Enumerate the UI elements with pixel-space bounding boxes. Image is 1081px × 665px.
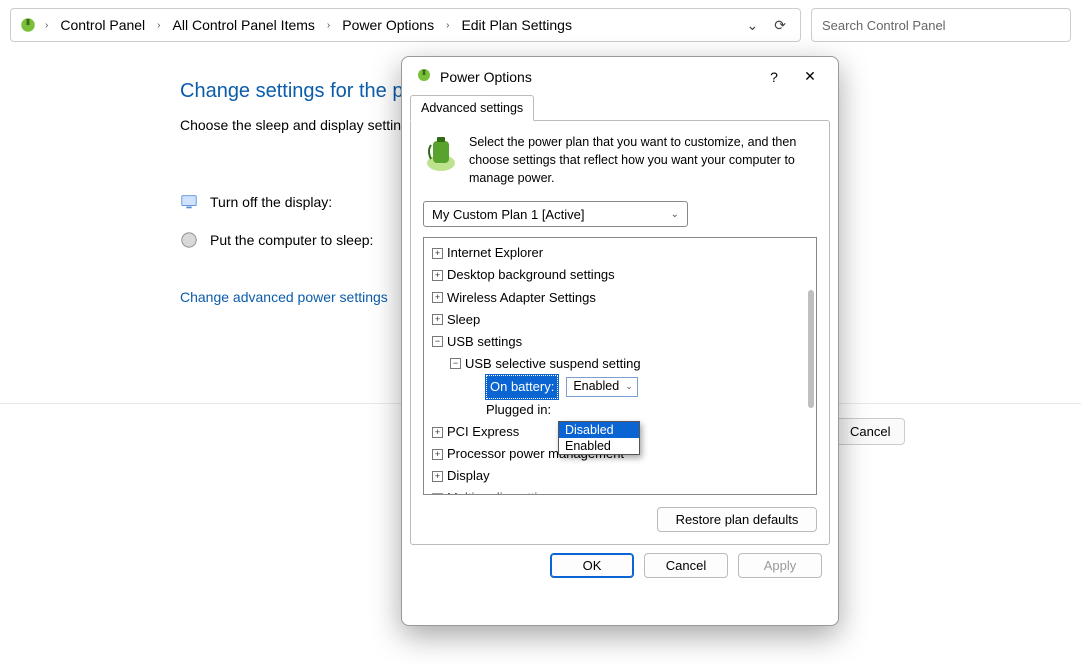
tree-label[interactable]: USB selective suspend setting — [465, 353, 641, 375]
expand-icon[interactable]: + — [432, 314, 443, 325]
tree-node: + Wireless Adapter Settings — [426, 287, 814, 309]
address-bar: › Control Panel › All Control Panel Item… — [0, 0, 1081, 50]
tree-node: + Internet Explorer — [426, 242, 814, 264]
dialog-body: Select the power plan that you want to c… — [410, 120, 830, 545]
plugged-in-dropdown[interactable]: Disabled Enabled — [558, 421, 640, 455]
tree-label[interactable]: Wireless Adapter Settings — [447, 287, 596, 309]
chevron-icon: › — [43, 20, 50, 31]
option-label: Turn off the display: — [210, 194, 332, 210]
plugged-in-label[interactable]: Plugged in: — [486, 399, 551, 421]
power-plug-icon — [19, 16, 37, 34]
tree-node: + Sleep — [426, 309, 814, 331]
expand-icon[interactable]: + — [432, 270, 443, 281]
dialog-title: Power Options — [440, 69, 532, 85]
tree-label[interactable]: Sleep — [447, 309, 480, 331]
dropdown-option-disabled[interactable]: Disabled — [559, 422, 639, 438]
on-battery-label[interactable]: On battery: — [486, 375, 558, 399]
breadcrumb-item[interactable]: Control Panel — [56, 15, 149, 35]
chevron-down-icon: ⌄ — [625, 379, 633, 394]
cancel-button[interactable]: Cancel — [644, 553, 728, 578]
settings-tree[interactable]: + Internet Explorer + Desktop background s… — [423, 237, 817, 495]
tree-label[interactable]: PCI Express — [447, 421, 519, 443]
tree-label[interactable]: Display — [447, 465, 490, 487]
battery-icon — [423, 133, 459, 187]
dialog-buttons: OK Cancel Apply — [402, 553, 838, 592]
chevron-down-icon[interactable]: ⌄ — [747, 17, 759, 34]
close-icon[interactable]: ✕ — [796, 68, 824, 85]
expand-icon[interactable]: + — [432, 471, 443, 482]
search-input[interactable]: Search Control Panel — [811, 8, 1071, 42]
tab-advanced-settings[interactable]: Advanced settings — [410, 95, 534, 121]
expand-icon[interactable]: + — [432, 248, 443, 259]
tree-node: + Multimedia settings — [426, 487, 814, 495]
ok-button[interactable]: OK — [550, 553, 634, 578]
tree-label[interactable]: USB settings — [447, 331, 522, 353]
tree-node-usb: −USB settings — [426, 331, 814, 353]
chevron-icon: › — [155, 20, 162, 31]
plan-select[interactable]: My Custom Plan 1 [Active] ⌄ — [423, 201, 688, 227]
tree-node: + Display — [426, 465, 814, 487]
apply-button: Apply — [738, 553, 822, 578]
option-label: Put the computer to sleep: — [210, 232, 373, 248]
expand-icon[interactable]: + — [432, 449, 443, 460]
cancel-button-background[interactable]: Cancel — [835, 418, 905, 445]
selected-plan: My Custom Plan 1 [Active] — [432, 207, 584, 222]
restore-defaults-button[interactable]: Restore plan defaults — [657, 507, 817, 532]
tree-node: + Desktop background settings — [426, 264, 814, 286]
expand-icon[interactable]: + — [432, 493, 443, 495]
moon-icon — [180, 231, 198, 249]
breadcrumb-box[interactable]: › Control Panel › All Control Panel Item… — [10, 8, 801, 42]
chevron-icon: › — [444, 20, 451, 31]
search-placeholder: Search Control Panel — [822, 18, 946, 33]
power-plug-icon — [416, 67, 432, 86]
intro-text: Select the power plan that you want to c… — [469, 133, 817, 187]
intro-section: Select the power plan that you want to c… — [423, 133, 817, 187]
breadcrumb-item[interactable]: Power Options — [338, 15, 438, 35]
tree-label[interactable]: Multimedia settings — [447, 487, 558, 495]
tree-node-usb-selective: −USB selective suspend setting — [426, 353, 814, 375]
breadcrumb-item[interactable]: Edit Plan Settings — [457, 15, 576, 35]
collapse-icon[interactable]: − — [450, 358, 461, 369]
expand-icon[interactable]: + — [432, 292, 443, 303]
scrollbar[interactable] — [808, 290, 814, 408]
tree-label[interactable]: Desktop background settings — [447, 264, 615, 286]
combo-value: Enabled — [573, 376, 619, 397]
tab-strip: Advanced settings — [410, 94, 830, 120]
tree-label[interactable]: Internet Explorer — [447, 242, 543, 264]
expand-icon[interactable]: + — [432, 427, 443, 438]
on-battery-combo[interactable]: Enabled ⌄ — [566, 377, 637, 397]
tree-node-on-battery: On battery: Enabled ⌄ — [426, 375, 814, 399]
chevron-icon: › — [325, 20, 332, 31]
chevron-down-icon: ⌄ — [671, 209, 679, 220]
collapse-icon[interactable]: − — [432, 336, 443, 347]
help-button[interactable]: ? — [760, 69, 788, 85]
dialog-titlebar: Power Options ? ✕ — [402, 57, 838, 94]
monitor-icon — [180, 193, 198, 211]
dropdown-option-enabled[interactable]: Enabled — [559, 438, 639, 454]
power-options-dialog: Power Options ? ✕ Advanced settings Sele… — [401, 56, 839, 626]
tree-node-plugged-in: Plugged in: — [426, 399, 814, 421]
breadcrumb-item[interactable]: All Control Panel Items — [169, 15, 319, 35]
refresh-icon[interactable]: ⟳ — [774, 17, 786, 34]
